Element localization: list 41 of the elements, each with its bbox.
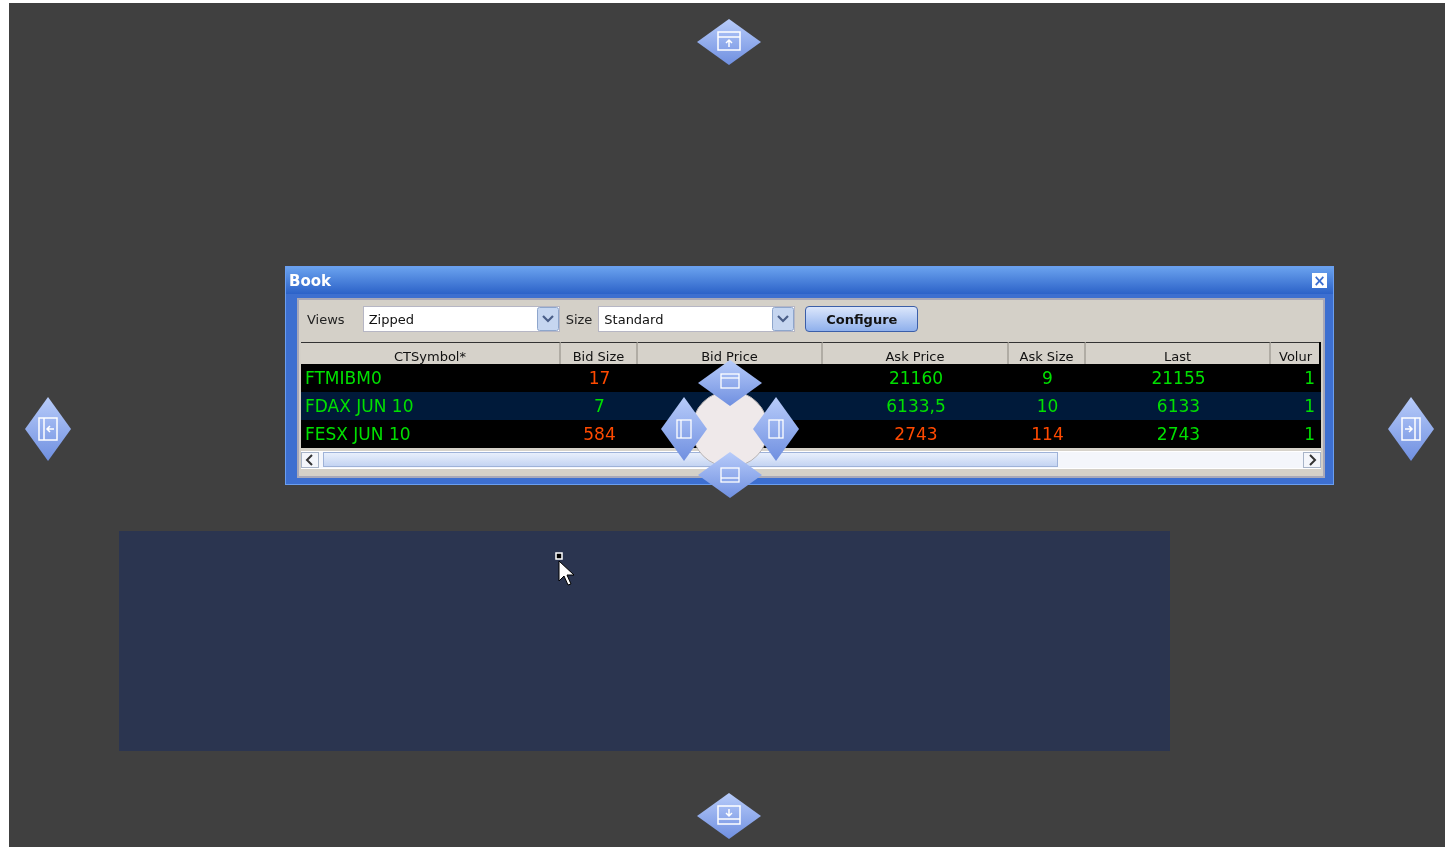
- dock-right-icon[interactable]: [1388, 397, 1434, 461]
- table-cell: 6133,5: [886, 396, 946, 416]
- dock-bottom-icon[interactable]: [697, 793, 761, 839]
- table-cell: 1: [1304, 368, 1315, 388]
- table-cell: 21155: [1151, 368, 1206, 388]
- views-label: Views: [307, 311, 345, 327]
- scroll-left-icon[interactable]: [301, 452, 319, 468]
- table-cell: FDAX JUN 10: [305, 396, 414, 416]
- dock-top-icon[interactable]: [697, 19, 761, 65]
- table-cell: FTMIBM0: [305, 368, 382, 388]
- table-cell: 21160: [888, 368, 944, 388]
- views-dropdown[interactable]: Zipped: [362, 306, 560, 332]
- column-header[interactable]: Bid Price: [638, 342, 823, 364]
- dock-left-icon[interactable]: [25, 397, 71, 461]
- size-label: Size: [565, 311, 593, 327]
- table-cell: 114: [1031, 424, 1064, 444]
- table-cell: 17: [588, 368, 611, 388]
- scroll-right-icon[interactable]: [1303, 452, 1321, 468]
- horizontal-scrollbar[interactable]: [301, 448, 1321, 469]
- configure-button[interactable]: Configure: [805, 306, 919, 332]
- arrow-cursor-icon: [555, 552, 577, 588]
- column-header[interactable]: CTSymbol*: [301, 342, 561, 364]
- table-cell: FESX JUN 10: [305, 424, 411, 444]
- close-button[interactable]: ×: [1312, 273, 1327, 288]
- window-title: Book: [289, 271, 332, 290]
- column-header[interactable]: Last: [1086, 342, 1271, 364]
- table-cell: 9: [1042, 368, 1053, 388]
- size-dropdown[interactable]: Standard: [598, 306, 796, 332]
- table-cell: 584: [583, 424, 616, 444]
- table-cell: 7: [594, 396, 605, 416]
- column-header[interactable]: Ask Price: [823, 342, 1009, 364]
- column-header[interactable]: Volur: [1271, 342, 1319, 364]
- table-cell: 1: [1304, 396, 1315, 416]
- table-cell: 2743: [1156, 424, 1201, 444]
- column-header[interactable]: Bid Size: [561, 342, 638, 364]
- table-cell: 6133: [1156, 396, 1201, 416]
- table-cell: 2743: [894, 424, 938, 444]
- table-cell: 10: [1036, 396, 1059, 416]
- table-cell: 1: [1304, 424, 1315, 444]
- table-row[interactable]: FDAX JUN 10 7 6133,5 10 6133 1: [301, 392, 1321, 420]
- column-header[interactable]: Ask Size: [1009, 342, 1086, 364]
